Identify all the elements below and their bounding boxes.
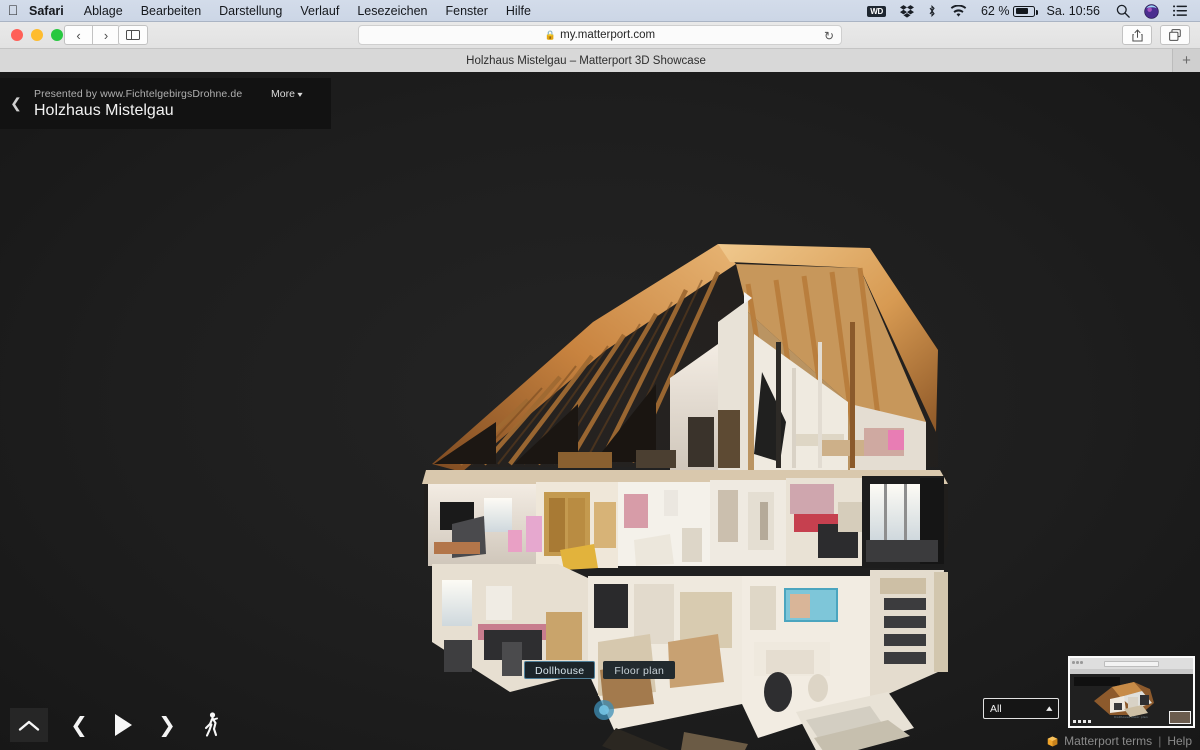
share-button[interactable] bbox=[1122, 25, 1152, 45]
tab-bar: Holzhaus Mistelgau – Matterport 3D Showc… bbox=[0, 48, 1200, 72]
footer-credits: Matterport terms | Help bbox=[1047, 734, 1192, 748]
sidebar-toggle-icon bbox=[126, 30, 140, 40]
reload-icon[interactable]: ↻ bbox=[824, 29, 834, 43]
showcase-title-panel: ❮ Presented by www.FichtelgebirgsDrohne.… bbox=[0, 78, 331, 129]
expand-controls-button[interactable] bbox=[10, 708, 48, 742]
notification-center-icon[interactable] bbox=[1166, 0, 1194, 22]
picture-in-picture-preview[interactable]: Dollhouse Floor plan bbox=[1068, 656, 1195, 728]
more-button[interactable]: More ▾ bbox=[271, 88, 327, 100]
menu-bar-left:  Safari Ablage Bearbeiten Darstellung V… bbox=[0, 0, 540, 22]
showcase-title: Holzhaus Mistelgau bbox=[34, 101, 271, 121]
menu-bar-status-items: WD 62 % Sa. 10:56 bbox=[860, 0, 1200, 22]
sidebar-toggle-button[interactable] bbox=[118, 25, 148, 45]
showcase-title-text: Presented by www.FichtelgebirgsDrohne.de… bbox=[32, 87, 271, 121]
chevron-down-icon: ▾ bbox=[297, 90, 302, 99]
toolbar-right-buttons bbox=[1122, 25, 1190, 45]
address-bar-content: 🔒 my.matterport.com bbox=[545, 29, 655, 41]
battery-percent-label: 62 % bbox=[981, 4, 1014, 18]
pip-address-bar bbox=[1104, 661, 1158, 667]
dollhouse-3d-model[interactable] bbox=[418, 172, 958, 750]
next-highlight-button[interactable]: ❯ bbox=[154, 708, 180, 742]
macos-menu-bar:  Safari Ablage Bearbeiten Darstellung V… bbox=[0, 0, 1200, 22]
more-label: More bbox=[271, 88, 295, 100]
pip-mode-labels: Dollhouse Floor plan bbox=[1114, 715, 1148, 719]
mode-button-floorplan[interactable]: Floor plan bbox=[603, 661, 675, 679]
play-highlight-reel-button[interactable] bbox=[110, 708, 136, 742]
credits-separator: | bbox=[1158, 734, 1161, 748]
floor-select-dropdown[interactable]: All ▴ bbox=[983, 698, 1059, 719]
address-bar-url: my.matterport.com bbox=[560, 29, 655, 41]
tab-overview-button[interactable] bbox=[1160, 25, 1190, 45]
zoom-window-button[interactable] bbox=[51, 29, 63, 41]
chevron-up-icon bbox=[18, 719, 40, 732]
menu-item-verlauf[interactable]: Verlauf bbox=[291, 0, 348, 22]
browser-toolbar: ‹ › 🔒 my.matterport.com ↻ bbox=[0, 22, 1200, 48]
minimize-window-button[interactable] bbox=[31, 29, 43, 41]
matterport-cube-icon bbox=[1047, 736, 1058, 747]
new-tab-button[interactable]: + bbox=[1173, 49, 1200, 73]
walkthrough-mode-button[interactable] bbox=[198, 708, 224, 742]
pip-page-body: Dollhouse Floor plan bbox=[1070, 674, 1193, 726]
siri-icon[interactable] bbox=[1137, 0, 1166, 22]
previous-highlight-button[interactable]: ❮ bbox=[66, 708, 92, 742]
window-traffic-lights bbox=[11, 29, 63, 41]
bluetooth-icon[interactable] bbox=[921, 0, 943, 22]
play-icon bbox=[115, 714, 132, 736]
menu-bar-clock[interactable]: Sa. 10:56 bbox=[1042, 4, 1109, 18]
battery-status[interactable]: 62 % bbox=[974, 0, 1043, 22]
back-button[interactable]: ‹ bbox=[64, 25, 92, 45]
help-link[interactable]: Help bbox=[1167, 734, 1192, 748]
presented-by-label: Presented by www.FichtelgebirgsDrohne.de bbox=[34, 87, 271, 101]
screen:  Safari Ablage Bearbeiten Darstellung V… bbox=[0, 0, 1200, 750]
page-viewport: ❮ Presented by www.FichtelgebirgsDrohne.… bbox=[0, 72, 1200, 750]
dropbox-icon[interactable] bbox=[893, 0, 921, 22]
pip-browser-chrome bbox=[1070, 658, 1193, 669]
menu-item-lesezeichen[interactable]: Lesezeichen bbox=[348, 0, 436, 22]
navigation-buttons: ‹ › bbox=[64, 25, 120, 45]
menu-item-fenster[interactable]: Fenster bbox=[437, 0, 497, 22]
bottom-control-bar: ❮ ❯ All ▴ bbox=[0, 690, 1200, 750]
walking-person-icon bbox=[203, 712, 220, 738]
pip-dollhouse-model bbox=[1090, 679, 1168, 719]
wd-icon[interactable]: WD bbox=[860, 0, 893, 22]
tab-matterport[interactable]: Holzhaus Mistelgau – Matterport 3D Showc… bbox=[0, 49, 1173, 73]
lock-icon: 🔒 bbox=[545, 30, 556, 41]
menu-item-bearbeiten[interactable]: Bearbeiten bbox=[132, 0, 210, 22]
close-window-button[interactable] bbox=[11, 29, 23, 41]
menu-item-ablage[interactable]: Ablage bbox=[75, 0, 132, 22]
apple-logo-icon[interactable]:  bbox=[0, 3, 26, 19]
wifi-icon[interactable] bbox=[943, 0, 974, 22]
menu-item-hilfe[interactable]: Hilfe bbox=[497, 0, 540, 22]
menu-item-darstellung[interactable]: Darstellung bbox=[210, 0, 291, 22]
forward-button[interactable]: › bbox=[92, 25, 120, 45]
view-mode-toggle: Dollhouse Floor plan bbox=[524, 661, 675, 679]
menu-app-name[interactable]: Safari bbox=[26, 0, 75, 22]
mode-button-dollhouse[interactable]: Dollhouse bbox=[524, 661, 595, 679]
chevron-up-icon: ▴ bbox=[1047, 703, 1053, 714]
showcase-back-button[interactable]: ❮ bbox=[0, 78, 32, 129]
battery-icon bbox=[1013, 6, 1035, 17]
spotlight-search-icon[interactable] bbox=[1109, 0, 1137, 22]
browser-chrome: ‹ › 🔒 my.matterport.com ↻ bbox=[0, 22, 1200, 72]
pip-nested-preview bbox=[1169, 711, 1191, 724]
pip-traffic-lights bbox=[1072, 661, 1083, 664]
matterport-terms-link[interactable]: Matterport terms bbox=[1064, 734, 1152, 748]
playback-controls: ❮ ❯ bbox=[66, 708, 224, 742]
address-bar[interactable]: 🔒 my.matterport.com ↻ bbox=[358, 25, 842, 45]
floor-select-value: All bbox=[990, 703, 1002, 715]
pip-controls bbox=[1073, 720, 1091, 723]
